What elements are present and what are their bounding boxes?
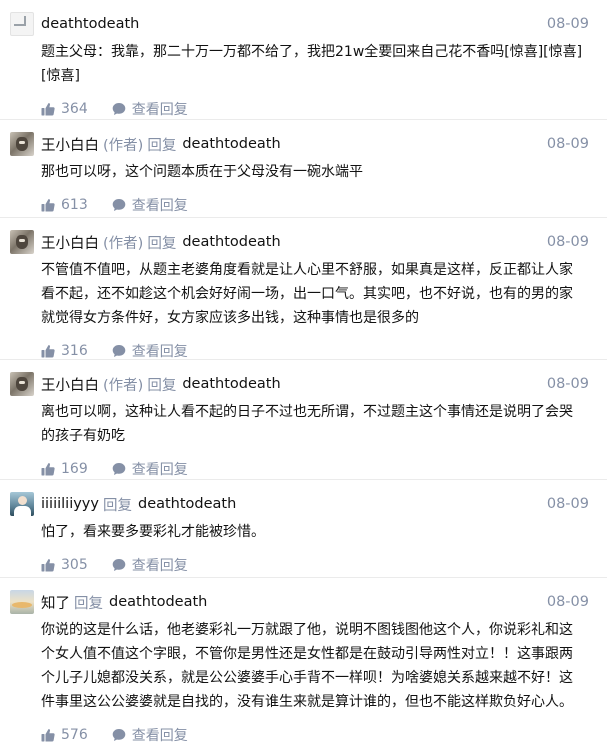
view-replies-label: 查看回复 [131, 462, 188, 478]
thumbs-up-icon [41, 729, 55, 742]
thumbs-up-icon [41, 463, 55, 476]
like-count: 576 [61, 727, 88, 743]
view-replies-label: 查看回复 [131, 344, 188, 360]
comment-header: 知了 回复 deathtodeath [10, 590, 589, 614]
like-button[interactable]: 316 [41, 343, 88, 359]
like-button[interactable]: 364 [41, 101, 88, 117]
reply-word: 回复 [74, 595, 103, 612]
comment-text: 那也可以呀，这个问题本质在于父母没有一碗水端平 [41, 164, 363, 180]
comment-item: 王小白白 (作者) 回复 deathtodeath 08-09 那也可以呀，这个… [0, 120, 607, 218]
comment-header: iiiiiliiyyy 回复 deathtodeath [10, 492, 589, 516]
comment-list: deathtodeath 08-09 题主父母：我靠，那二十万一万都不给了，我把… [0, 0, 607, 744]
thumbs-up-icon [41, 345, 55, 358]
comment-header: 王小白白 (作者) 回复 deathtodeath [10, 230, 589, 254]
speech-bubble-icon [112, 729, 126, 741]
reply-target[interactable]: deathtodeath [138, 496, 236, 512]
comment-date: 08-09 [546, 234, 589, 250]
like-button[interactable]: 613 [41, 197, 88, 213]
comment-text: 怕了，看来要多要彩礼才能被珍惜。 [41, 524, 265, 540]
avatar[interactable] [10, 372, 34, 396]
like-count: 169 [61, 461, 88, 477]
view-replies-label: 查看回复 [131, 102, 188, 118]
speech-bubble-icon [112, 463, 126, 475]
avatar[interactable] [10, 590, 34, 614]
like-count: 305 [61, 557, 88, 573]
speech-bubble-icon [112, 559, 126, 571]
speech-bubble-icon [112, 345, 126, 357]
comment-header: 王小白白 (作者) 回复 deathtodeath [10, 132, 589, 156]
view-replies-button[interactable]: 查看回复 [112, 341, 188, 361]
reply-target[interactable]: deathtodeath [182, 234, 280, 250]
like-button[interactable]: 169 [41, 461, 88, 477]
author-tag: (作者) [103, 377, 144, 394]
avatar[interactable] [10, 230, 34, 254]
comment-text: 离也可以啊，这种让人看不起的日子不过也无所谓，不过题主这个事情还是说明了会哭 的… [41, 404, 573, 444]
comment-actions: 305 查看回复 [41, 554, 589, 576]
like-button[interactable]: 305 [41, 557, 88, 573]
avatar[interactable] [10, 12, 34, 36]
view-replies-label: 查看回复 [131, 728, 188, 744]
reply-word: 回复 [147, 377, 177, 394]
comment-text: 你说的这是什么话，他老婆彩礼一万就跟了他，说明不图钱图他这个人，你说彩礼和这 个… [41, 622, 573, 710]
view-replies-button[interactable]: 查看回复 [112, 555, 188, 575]
author-name[interactable]: iiiiiliiyyy [41, 496, 99, 512]
avatar[interactable] [10, 492, 34, 516]
view-replies-label: 查看回复 [131, 198, 188, 214]
reply-word: 回复 [102, 497, 132, 514]
speech-bubble-icon [112, 103, 126, 115]
author-name[interactable]: 王小白白 [41, 232, 99, 253]
like-count: 364 [61, 101, 88, 117]
thumbs-up-icon [41, 559, 55, 572]
comment-date: 08-09 [546, 496, 589, 512]
like-count: 613 [61, 197, 88, 213]
avatar[interactable] [10, 132, 34, 156]
view-replies-button[interactable]: 查看回复 [112, 195, 188, 215]
comment-item: 王小白白 (作者) 回复 deathtodeath 08-09 不管值不值吧，从… [0, 218, 607, 360]
view-replies-button[interactable]: 查看回复 [112, 459, 188, 479]
author-name[interactable]: 王小白白 [41, 374, 99, 395]
comment-date: 08-09 [546, 376, 589, 392]
view-replies-button[interactable]: 查看回复 [112, 99, 188, 119]
reply-target[interactable]: deathtodeath [182, 376, 280, 392]
comment-item: 王小白白 (作者) 回复 deathtodeath 08-09 离也可以啊，这种… [0, 360, 607, 480]
comment-header: deathtodeath [10, 12, 589, 36]
comment-text: 题主父母：我靠，那二十万一万都不给了，我把21w全要回来自己花不香吗[惊喜][惊… [41, 44, 583, 84]
comment-text: 不管值不值吧，从题主老婆角度看就是让人心里不舒服，如果真是这样，反正都让人家 看… [41, 262, 573, 326]
comment-item: deathtodeath 08-09 题主父母：我靠，那二十万一万都不给了，我把… [0, 0, 607, 120]
comment-date: 08-09 [546, 136, 589, 152]
comment-actions: 576 查看回复 [41, 724, 589, 746]
view-replies-button[interactable]: 查看回复 [112, 725, 188, 745]
speech-bubble-icon [112, 199, 126, 211]
author-name[interactable]: 知了 [41, 592, 70, 613]
comment-header: 王小白白 (作者) 回复 deathtodeath [10, 372, 589, 396]
thumbs-up-icon [41, 199, 55, 212]
thumbs-up-icon [41, 103, 55, 116]
reply-target[interactable]: deathtodeath [109, 594, 207, 610]
reply-target[interactable]: deathtodeath [182, 136, 280, 152]
like-button[interactable]: 576 [41, 727, 88, 743]
comment-date: 08-09 [546, 16, 589, 32]
reply-word: 回复 [147, 137, 177, 154]
comment-item: 知了 回复 deathtodeath 08-09 你说的这是什么话，他老婆彩礼一… [0, 578, 607, 744]
like-count: 316 [61, 343, 88, 359]
reply-word: 回复 [147, 235, 177, 252]
author-tag: (作者) [103, 235, 144, 252]
comment-actions: 364 查看回复 [41, 98, 589, 120]
comment-item: iiiiiliiyyy 回复 deathtodeath 08-09 怕了，看来要… [0, 480, 607, 578]
view-replies-label: 查看回复 [131, 558, 188, 574]
comment-actions: 316 查看回复 [41, 340, 589, 362]
comment-actions: 169 查看回复 [41, 458, 589, 480]
author-tag: (作者) [103, 137, 144, 154]
comment-actions: 613 查看回复 [41, 194, 589, 216]
author-name[interactable]: 王小白白 [41, 134, 99, 155]
author-name[interactable]: deathtodeath [41, 16, 139, 32]
comment-date: 08-09 [546, 594, 589, 610]
